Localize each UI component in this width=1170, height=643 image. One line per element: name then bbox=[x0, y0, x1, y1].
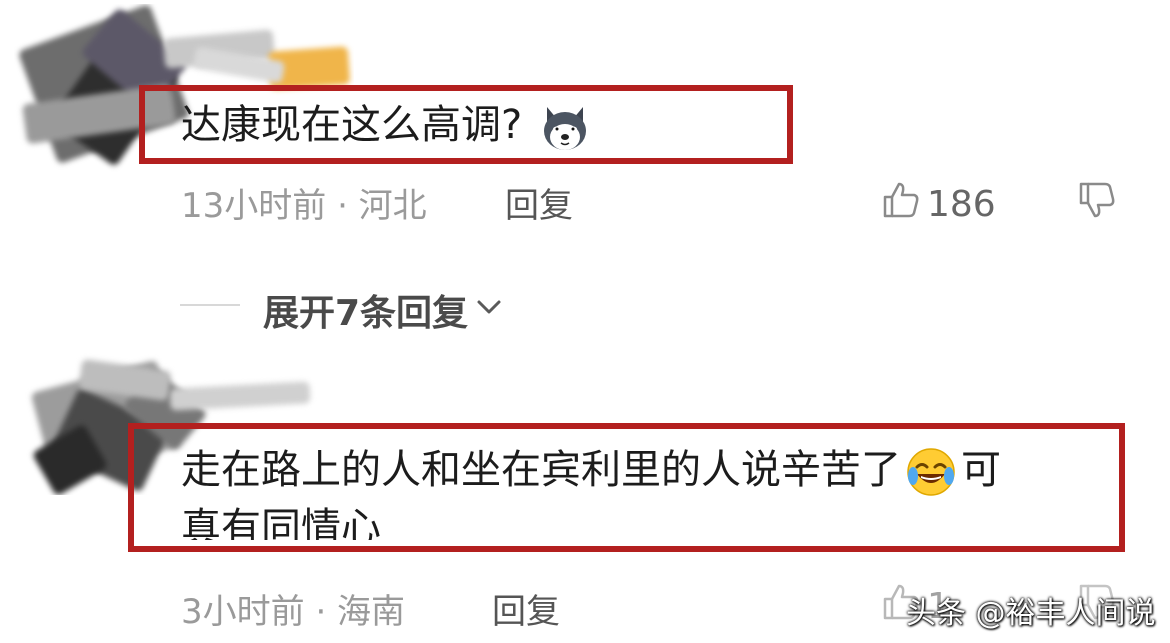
dislike-button[interactable] bbox=[1077, 180, 1117, 224]
divider-line bbox=[180, 304, 240, 306]
comment-section: 达康现在这么高调? 13小时前 · 河北 回复 186 展开7条回复 走在路上的… bbox=[0, 0, 1170, 643]
reply-button[interactable]: 回复 bbox=[492, 584, 560, 633]
expand-replies-button[interactable]: 展开7条回复 bbox=[263, 284, 504, 336]
comment-text: 达康现在这么高调? bbox=[181, 97, 595, 153]
comment-text: 走在路上的人和坐在宾利里的人说辛苦了 可 bbox=[181, 442, 1001, 498]
comment-time-location: 13小时前 · 河北 bbox=[181, 186, 427, 226]
watermark: 头条 @裕丰人间说 bbox=[906, 596, 1156, 631]
comment-text-line2: 真有同情心 bbox=[181, 505, 381, 540]
chevron-down-icon bbox=[474, 290, 504, 331]
thumbs-up-icon bbox=[881, 180, 921, 229]
laughing-crying-emoji bbox=[905, 446, 957, 498]
husky-dog-emoji bbox=[539, 101, 591, 153]
reply-button[interactable]: 回复 bbox=[505, 178, 573, 227]
comment-time-location: 3小时前 · 海南 bbox=[181, 592, 406, 632]
like-count: 186 bbox=[927, 184, 996, 225]
like-button[interactable]: 186 bbox=[881, 180, 996, 229]
thumbs-down-icon bbox=[1077, 182, 1117, 224]
